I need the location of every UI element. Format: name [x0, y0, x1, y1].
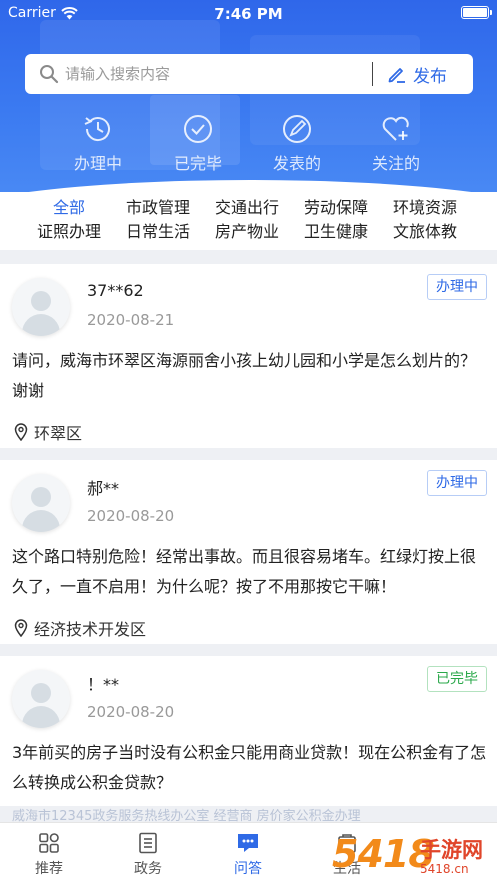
nav-qa[interactable]: 问答 [208, 831, 288, 878]
post-content: 请问，威海市环翠区海源丽舍小孩上幼儿园和小学是怎么划片的？谢谢 [12, 351, 477, 400]
avatar [12, 278, 70, 336]
grid-icon [39, 833, 59, 853]
post-content: 这个路口特别危险！经常出事故。而且很容易堵车。红绿灯按上很久了，一直不启用！为什… [12, 547, 477, 596]
search-bar: 发布 [25, 54, 473, 94]
clock-history-icon [84, 117, 110, 142]
nav-government[interactable]: 政务 [108, 831, 188, 878]
post-username: 郝** [87, 479, 120, 498]
pen-circle-icon [283, 115, 311, 143]
tab-completed[interactable]: 已完毕 [158, 112, 238, 174]
location-pin-icon [14, 619, 28, 637]
watermark-logo: 5418 手游网 5418.cn [332, 830, 497, 883]
category-municipal[interactable]: 市政管理 [126, 194, 190, 218]
publish-button[interactable]: 发布 [387, 62, 447, 87]
tab-label: 办理中 [73, 154, 122, 173]
post-card[interactable]: ！** 2020-08-20 已完毕 3年前买的房子当时没有公积金只能用商业贷款… [0, 656, 497, 806]
tab-published[interactable]: 发表的 [257, 112, 337, 174]
status-time: 7:46 PM [214, 5, 283, 23]
nav-label: 推荐 [35, 861, 63, 877]
category-all[interactable]: 全部 [53, 194, 85, 218]
category-health[interactable]: 卫生健康 [304, 218, 368, 242]
post-username: 37**62 [87, 281, 144, 300]
watermark-number: 5418 [332, 832, 435, 876]
watermark-url: 5418.cn [420, 862, 469, 876]
watermark-text: 手游网 [420, 838, 483, 862]
category-daily-life[interactable]: 日常生活 [126, 218, 190, 242]
status-badge: 办理中 [427, 470, 487, 496]
avatar [12, 474, 70, 532]
status-badge: 已完毕 [427, 666, 487, 692]
heart-plus-icon [382, 116, 409, 141]
post-location: 环翠区 [14, 420, 82, 444]
category-labor[interactable]: 劳动保障 [304, 194, 368, 218]
category-environment[interactable]: 环境资源 [393, 194, 457, 218]
post-location: 经济技术开发区 [14, 616, 146, 640]
avatar [12, 670, 70, 728]
location-pin-icon [14, 423, 28, 441]
category-transport[interactable]: 交通出行 [215, 194, 279, 218]
status-badge: 办理中 [427, 274, 487, 300]
tab-label: 已完毕 [173, 154, 222, 173]
post-date: 2020-08-21 [87, 311, 175, 329]
post-content: 3年前买的房子当时没有公积金只能用商业贷款！现在公积金有了怎么转换成公积金贷款？ [12, 743, 487, 792]
post-card[interactable]: 37**62 2020-08-21 办理中 请问，威海市环翠区海源丽舍小孩上幼儿… [0, 264, 497, 448]
nav-recommend[interactable]: 推荐 [9, 831, 89, 878]
search-input[interactable] [65, 65, 372, 83]
document-list-icon [139, 832, 157, 854]
tab-followed[interactable]: 关注的 [356, 112, 436, 174]
chat-bubble-icon [238, 834, 258, 852]
category-property[interactable]: 房产物业 [215, 218, 279, 242]
search-divider [372, 62, 373, 86]
status-bar: Carrier 7:46 PM [0, 0, 497, 26]
post-date: 2020-08-20 [87, 507, 175, 525]
post-card[interactable]: 郝** 2020-08-20 办理中 这个路口特别危险！经常出事故。而且很容易堵… [0, 460, 497, 644]
battery-icon [461, 6, 492, 19]
tab-label: 关注的 [371, 154, 420, 173]
category-grid: 全部 市政管理 交通出行 劳动保障 环境资源 证照办理 日常生活 房产物业 卫生… [0, 192, 497, 250]
post-date: 2020-08-20 [87, 703, 175, 721]
check-circle-icon [184, 115, 212, 143]
tab-processing[interactable]: 办理中 [58, 112, 138, 174]
nav-label: 问答 [234, 861, 262, 877]
publish-label: 发布 [413, 66, 447, 87]
category-culture[interactable]: 文旅体教 [393, 218, 457, 242]
post-username: ！** [87, 675, 120, 694]
search-icon [40, 65, 59, 84]
location-label: 环翠区 [34, 424, 83, 443]
tab-label: 发表的 [272, 154, 321, 173]
location-label: 经济技术开发区 [34, 620, 147, 639]
nav-label: 政务 [134, 861, 162, 877]
category-license[interactable]: 证照办理 [37, 218, 101, 242]
edit-icon [388, 68, 405, 83]
